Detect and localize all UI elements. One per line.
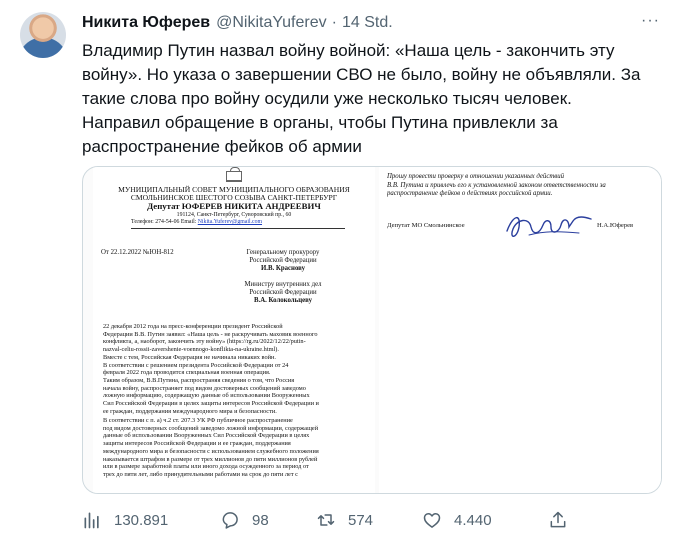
recipient-line: В.А. Колокольцеву xyxy=(223,297,343,304)
contact-email: Nikita.Yuferev@gmail.com xyxy=(197,219,263,225)
heart-icon xyxy=(423,513,441,528)
outgoing-number: От 22.12.2022 №ЮН-812 xyxy=(101,249,174,256)
paragraph-line: ложную информацию, содержащую данные об … xyxy=(103,392,310,400)
reply-icon xyxy=(222,512,238,529)
paragraph-line: Сил Российской Федерации в целях защиты … xyxy=(103,400,319,408)
signatory-name: Н.А.Юферев xyxy=(597,222,634,229)
paragraph-line: 22 декабря 2012 года на пресс-конференци… xyxy=(103,323,283,330)
recipient-line: Министру внутренних дел xyxy=(244,281,322,288)
reply-count: 98 xyxy=(252,511,269,529)
handwritten-signature xyxy=(506,216,592,237)
paragraph-line: Федерации В.В. Путин заявил: «Наша цель … xyxy=(103,330,318,338)
signatory-title: Депутат МО Смольнинское xyxy=(387,222,465,229)
author-avatar[interactable] xyxy=(20,12,66,58)
share-button[interactable] xyxy=(548,507,568,533)
building-emblem-icon xyxy=(226,167,242,182)
document-paragraph: 22 декабря 2012 года на пресс-конференци… xyxy=(103,323,365,415)
tweet-text-line: такие слова про войну осудили уже нескол… xyxy=(82,89,572,108)
tweet-text-line: распространение фейков об армии xyxy=(82,137,362,156)
reply-button[interactable]: 98 xyxy=(220,507,269,533)
tweet-text-line: войну». Но указа о завершении СВО не был… xyxy=(82,65,641,84)
org-address: 191124, Санкт-Петербург, Суворовский пр.… xyxy=(176,212,292,218)
paragraph-line: Прошу провести проверку в отношении указ… xyxy=(387,173,564,180)
document-paragraph: В соответствии с п. а) ч.2 ст. 207.3 УК … xyxy=(103,417,365,479)
paragraph-line: ее граждан, поддержания международного м… xyxy=(103,407,277,415)
paragraph-line: В соответствии с решением президента Рос… xyxy=(103,361,289,369)
retweet-button[interactable]: 574 xyxy=(316,507,373,533)
views-button[interactable]: 130.891 xyxy=(82,507,168,533)
like-button[interactable]: 4.440 xyxy=(422,507,492,533)
paragraph-line: начала войну, распространяет под видом д… xyxy=(103,384,306,392)
paragraph-line: международного мира и безопасности с исп… xyxy=(103,447,319,455)
deputy-name: Депутат ЮФЕРЕВ НИКИТА АНДРЕЕВИЧ xyxy=(147,201,321,211)
paragraph-line: распространение фейков о действиях росси… xyxy=(387,190,553,198)
recipient-name: В.А. Колокольцеву xyxy=(254,297,312,304)
paragraph-line: конфликта, а, наоборот, закончить эту во… xyxy=(103,338,306,346)
tweet-text-line: Владимир Путин назвал войну войной: «Наш… xyxy=(82,41,615,60)
paragraph-line: nazval-celiu-rossii-zavershenie-voennogo… xyxy=(103,346,279,354)
like-count: 4.440 xyxy=(454,511,492,529)
paragraph-line: под видом достоверных сообщений заведомо… xyxy=(103,424,319,432)
author-name[interactable]: Никита Юферев xyxy=(82,14,210,32)
author-handle[interactable]: @NikitaYuferev xyxy=(216,14,327,32)
paragraph-line: Вместе с тем, Российская Федерация не на… xyxy=(103,353,276,361)
recipient-line: И.В. Краснову xyxy=(223,265,343,272)
recipient-line: Российской Федерации xyxy=(249,257,317,264)
analytics-icon xyxy=(84,512,99,529)
tweet-timestamp[interactable]: 14 Std. xyxy=(342,14,393,32)
more-options-icon[interactable]: ··· xyxy=(641,12,660,30)
retweet-count: 574 xyxy=(348,511,374,529)
paragraph-line: В.В. Путина и привлечь его к установленн… xyxy=(387,181,606,189)
recipient-line: Российской Федерации xyxy=(249,289,317,296)
request-paragraph: Прошу провести проверку в отношении указ… xyxy=(387,173,657,199)
org-contact: Телефон: 274-54-06 Email: Nikita.Yuferev… xyxy=(131,219,262,225)
retweet-icon xyxy=(317,514,335,526)
paragraph-line: защиты интересов Российской Федерации и … xyxy=(103,440,291,448)
share-icon xyxy=(550,511,566,528)
attached-document-image[interactable]: МУНИЦИПАЛЬНЫЙ СОВЕТ МУНИЦИПАЛЬНОГО ОБРАЗ… xyxy=(82,166,662,494)
header-divider xyxy=(131,228,345,229)
document-page-right: Прошу провести проверку в отношении указ… xyxy=(379,167,661,493)
tweet-text-line: Направил обращение в органы, чтобы Путин… xyxy=(82,113,558,132)
recipient-name: И.В. Краснову xyxy=(260,265,306,272)
recipient-line: Генеральному прокурору xyxy=(246,249,320,256)
paragraph-line: февраля 2022 года проводится специальная… xyxy=(103,369,271,377)
views-count: 130.891 xyxy=(114,511,169,529)
tweet-header: Никита Юферев @NikitaYuferev · 14 Std. ·… xyxy=(82,12,664,34)
paragraph-line: наказывается штрафом в размере от трех м… xyxy=(103,455,318,463)
document-page-left: МУНИЦИПАЛЬНЫЙ СОВЕТ МУНИЦИПАЛЬНОГО ОБРАЗ… xyxy=(93,167,375,493)
paragraph-line: или в размере заработной платы или иного… xyxy=(103,463,309,471)
contact-phone: Телефон: 274-54-06 Email: xyxy=(131,219,198,225)
separator-dot: · xyxy=(331,14,337,31)
tweet-text: Владимир Путин назвал войну войной: «Наш… xyxy=(82,39,652,159)
paragraph-line: В соответствии с п. а) ч.2 ст. 207.3 УК … xyxy=(103,417,293,424)
paragraph-line: Таким образом, В.В.Путина, распространяя… xyxy=(103,376,295,384)
tweet-actions-bar: 130.891 98 574 4.440 xyxy=(82,507,662,533)
paragraph-line: трех до пяти лет, либо принудительными р… xyxy=(103,470,298,478)
paragraph-line: данные об использовании Вооруженных Сил … xyxy=(103,432,310,440)
